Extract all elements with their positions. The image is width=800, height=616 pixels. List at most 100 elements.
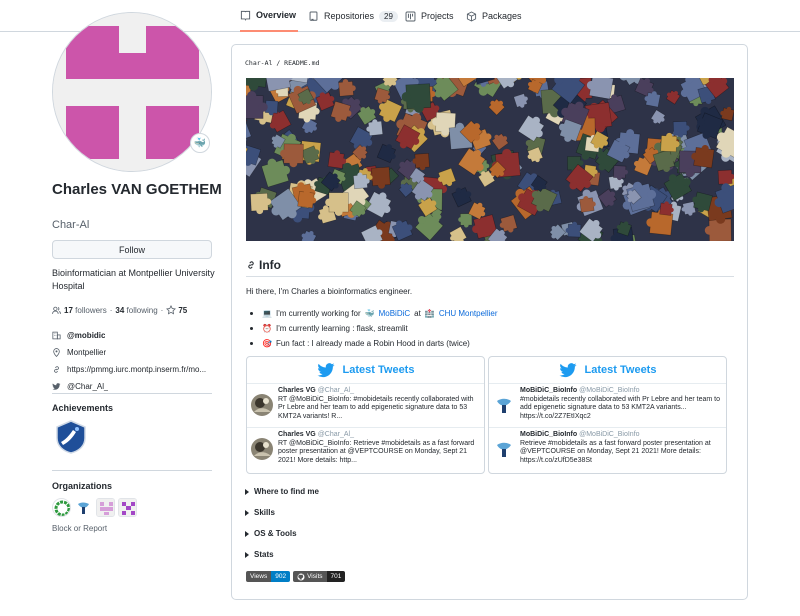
- profile-details: @mobidic Montpellier https://pmmg.iurc.m…: [52, 328, 217, 396]
- organization-icon: [52, 331, 61, 339]
- tweet-text: Charles VG @Char_Al_ RT @MoBiDiC_BioInfo…: [278, 431, 478, 465]
- tweet-handle: @Char_Al_: [317, 387, 354, 394]
- twitter-icon: [52, 382, 61, 390]
- separator-dot: ·: [160, 305, 164, 315]
- org-avatar[interactable]: [52, 498, 71, 517]
- bullet-text: I'm currently working for: [275, 309, 361, 318]
- tweet-item[interactable]: MoBiDiC_BioInfo @MoBiDiC_BioInfo #mobide…: [489, 384, 726, 428]
- tab-overview[interactable]: Overview: [240, 0, 298, 32]
- readme-heading-text: Info: [259, 258, 281, 272]
- tweets-widget-left[interactable]: Latest Tweets Charles VG @Char_Al_ RT @M…: [246, 356, 485, 474]
- tweet-handle: @Char_Al_: [317, 431, 354, 438]
- stars-count: 75: [178, 305, 188, 315]
- hospital-icon: 🏥: [424, 309, 435, 318]
- website-row: https://pmmg.iurc.montp.inserm.fr/mo...: [52, 362, 217, 376]
- puzzle-pieces-image: [246, 78, 734, 241]
- tweet-avatar: [493, 438, 515, 460]
- website-link[interactable]: https://pmmg.iurc.montp.inserm.fr/mo...: [67, 365, 206, 374]
- laptop-icon: 💻: [262, 309, 272, 318]
- readme-panel: Char-Al / README.md Info Hi there, I'm C…: [231, 44, 748, 600]
- avatar[interactable]: [52, 12, 212, 172]
- section-label: OS & Tools: [254, 529, 297, 538]
- mobidic-link[interactable]: MoBiDiC: [379, 309, 411, 318]
- org-identicon-icon: [97, 499, 114, 516]
- readme-path: Char-Al / README.md: [245, 59, 319, 67]
- following-link[interactable]: 34 following: [115, 306, 157, 315]
- package-icon: [466, 11, 477, 21]
- tweets-widget-right[interactable]: Latest Tweets MoBiDiC_BioInfo @MoBiDiC_B…: [488, 356, 727, 474]
- tweets-header: Latest Tweets: [489, 357, 726, 384]
- profile-name: Charles VAN GOETHEM: [52, 181, 222, 198]
- location-text: Montpellier: [67, 347, 107, 357]
- book-icon: [240, 10, 251, 21]
- achievements-title: Achievements: [52, 403, 114, 413]
- company-link[interactable]: @mobidic: [67, 331, 105, 340]
- profile-login: Char-Al: [52, 219, 90, 231]
- tweets-title: Latest Tweets: [584, 364, 657, 376]
- section-skills[interactable]: Skills: [245, 508, 275, 517]
- tweet-item[interactable]: MoBiDiC_BioInfo @MoBiDiC_BioInfo Retriev…: [489, 428, 726, 472]
- tweet-text: MoBiDiC_BioInfo @MoBiDiC_BioInfo Retriev…: [520, 431, 720, 465]
- divider: [52, 393, 212, 394]
- section-where-to-find-me[interactable]: Where to find me: [245, 487, 319, 496]
- mobidic-logo-icon: [74, 498, 93, 517]
- disclosure-triangle-icon: [245, 509, 249, 516]
- readme-path-file[interactable]: README.md: [284, 59, 319, 67]
- separator-dot: ·: [109, 305, 113, 315]
- tab-label: Repositories: [324, 11, 375, 21]
- bullet-text: at: [414, 309, 421, 318]
- project-icon: [405, 11, 416, 21]
- bullet-text: I'm currently learning : flask, streamli…: [275, 324, 408, 333]
- tweets-header: Latest Tweets: [247, 357, 484, 384]
- followers-link[interactable]: 17 followers: [64, 306, 107, 315]
- status-emoji-button[interactable]: 🐳: [190, 133, 210, 153]
- section-stats[interactable]: Stats: [245, 550, 274, 559]
- block-report-link[interactable]: Block or Report: [52, 524, 107, 533]
- divider: [52, 470, 212, 471]
- org-identicon-icon: [119, 499, 136, 516]
- twitter-link[interactable]: @Char_Al_: [67, 382, 108, 391]
- followers-label: followers: [75, 305, 107, 315]
- tweet-item[interactable]: Charles VG @Char_Al_ RT @MoBiDiC_BioInfo…: [247, 384, 484, 428]
- org-avatar[interactable]: [118, 498, 137, 517]
- readme-path-user[interactable]: Char-Al: [245, 59, 272, 67]
- section-os-tools[interactable]: OS & Tools: [245, 529, 297, 538]
- achievement-badge[interactable]: [55, 420, 87, 454]
- tweet-avatar: [251, 394, 273, 416]
- views-badge: Views 902: [246, 571, 291, 582]
- tab-label: Overview: [256, 10, 297, 20]
- tweet-user: Charles VG: [278, 431, 316, 438]
- tweet-item[interactable]: Charles VG @Char_Al_ RT @MoBiDiC_BioInfo…: [247, 428, 484, 472]
- tab-repositories[interactable]: Repositories 29: [308, 0, 398, 32]
- identicon-image: [53, 13, 211, 171]
- tweet-user: Charles VG: [278, 387, 316, 394]
- tweet-handle: @MoBiDiC_BioInfo: [579, 387, 640, 394]
- bullet-dot: [250, 342, 253, 345]
- org-avatar[interactable]: [96, 498, 115, 517]
- org-avatar[interactable]: [74, 498, 93, 517]
- badge-label: Views: [246, 571, 272, 582]
- tweet-user: MoBiDiC_BioInfo: [520, 431, 578, 438]
- bullet-dot: [250, 312, 253, 315]
- disclosure-triangle-icon: [245, 551, 249, 558]
- tweet-body: RT @MoBiDiC_BioInfo: Retrieve #mobidetai…: [278, 439, 475, 464]
- badge-value: 902: [271, 571, 291, 582]
- readme-intro: Hi there, I'm Charles a bioinformatics e…: [246, 287, 413, 296]
- tweet-avatar: [251, 438, 273, 460]
- whale-icon: 🐳: [193, 137, 207, 149]
- follow-button[interactable]: Follow: [52, 240, 212, 259]
- arctic-vault-badge-icon: [56, 420, 86, 454]
- chu-montpellier-link[interactable]: CHU Montpellier: [439, 309, 498, 318]
- stars-link[interactable]: 75: [166, 305, 187, 315]
- list-item: 💻 I'm currently working for 🐳 MoBiDiC at…: [250, 306, 498, 321]
- tab-projects[interactable]: Projects: [405, 0, 454, 32]
- visits-badge: Visits 701: [293, 571, 346, 582]
- followers-count: 17: [64, 305, 73, 315]
- badge-label: Visits: [307, 573, 323, 580]
- tab-packages[interactable]: Packages: [466, 0, 522, 32]
- anchor-link-icon[interactable]: [246, 260, 256, 270]
- link-icon: [54, 365, 59, 373]
- follow-stats: 17 followers · 34 following · 75: [52, 305, 187, 315]
- tweet-body: #mobidetails recently collaborated with …: [520, 395, 720, 420]
- github-icon: [297, 573, 305, 580]
